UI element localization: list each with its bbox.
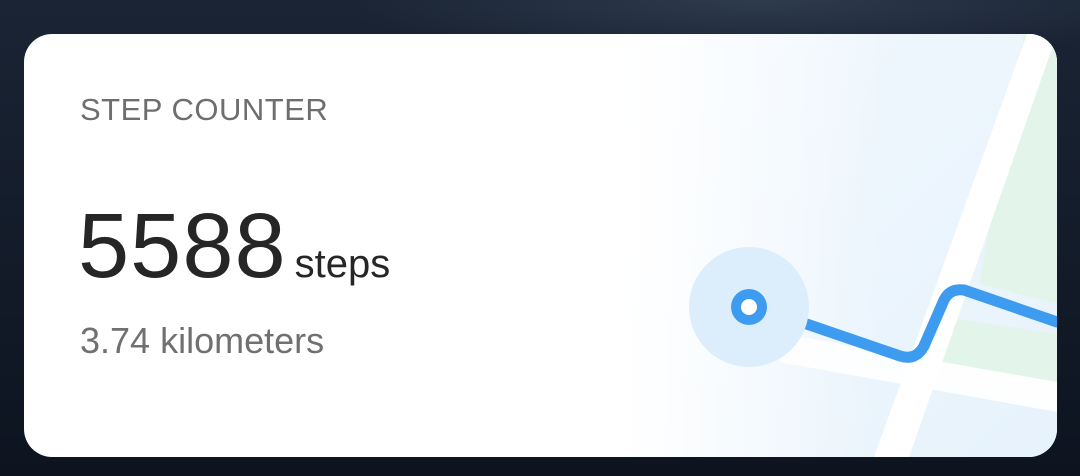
location-pin-icon xyxy=(731,289,767,325)
map-fade xyxy=(624,34,884,457)
widget-title: STEP COUNTER xyxy=(80,92,329,127)
step-counter-widget[interactable]: STEP COUNTER 5588 steps 3.74 kilometers xyxy=(24,34,1057,457)
distance-value: 3.74 kilometers xyxy=(80,320,325,361)
steps-display: 5588 steps xyxy=(78,194,390,299)
steps-value: 5588 xyxy=(78,195,287,297)
steps-unit: steps xyxy=(294,242,391,286)
